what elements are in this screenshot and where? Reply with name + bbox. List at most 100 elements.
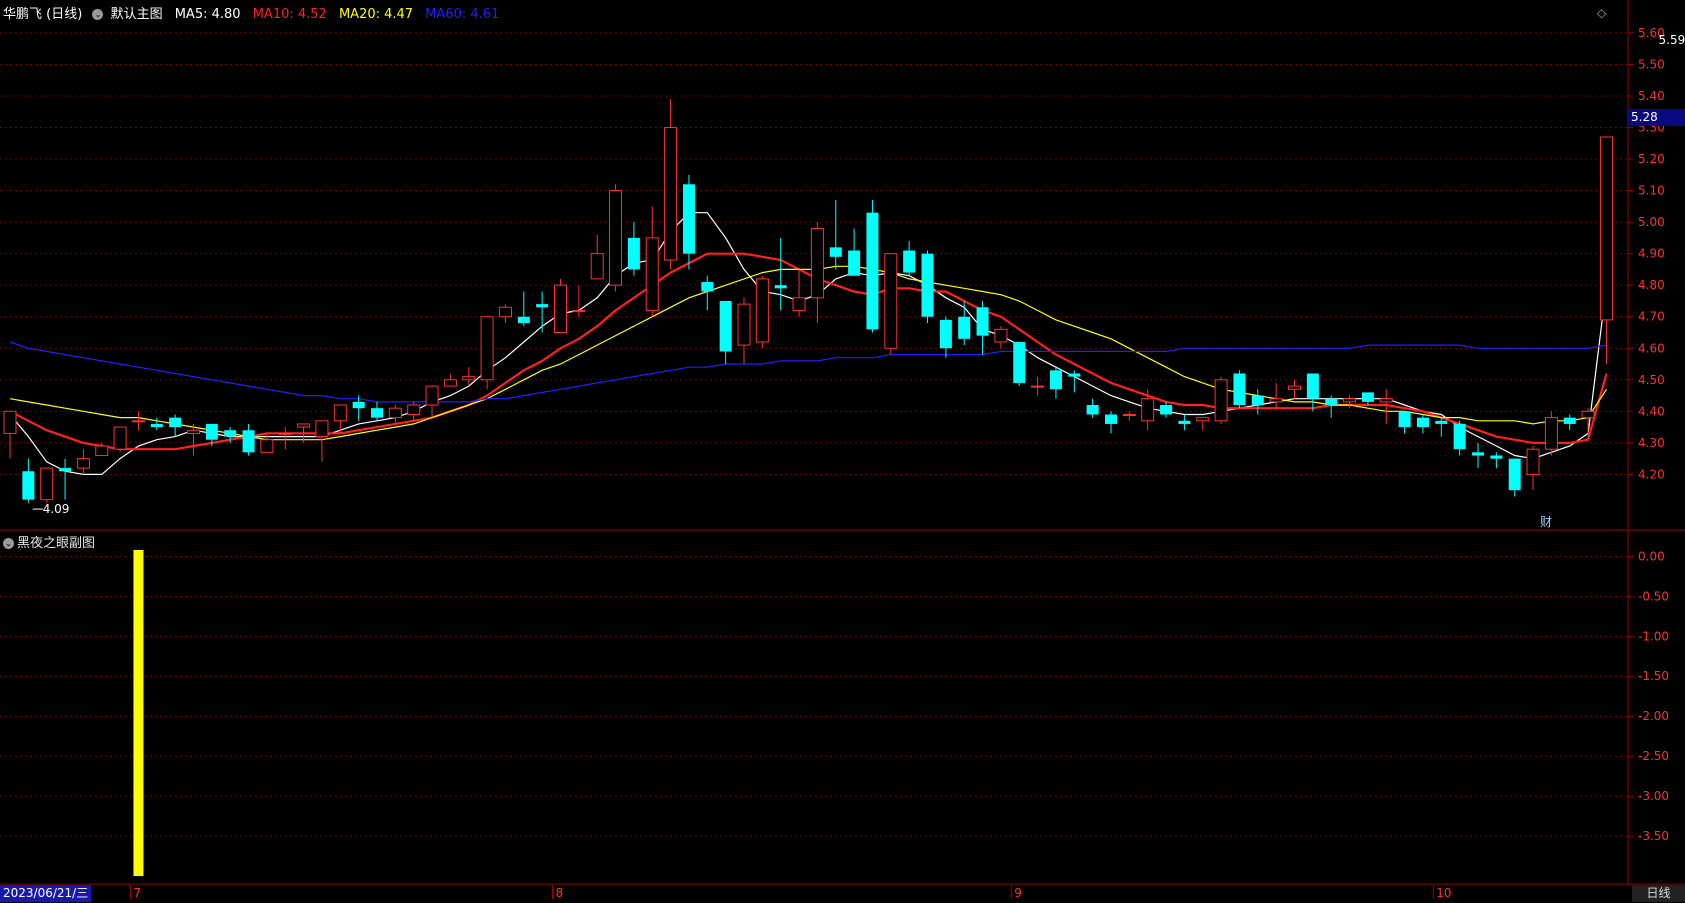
candle-body (884, 253, 898, 349)
ma-line-ma20 (9, 265, 1608, 441)
candle-body (187, 429, 200, 434)
sub-chart-title[interactable]: 黑夜之眼副图 (17, 536, 95, 551)
candle-body (1141, 398, 1155, 422)
candle (1269, 382, 1283, 409)
candle-body (260, 439, 274, 453)
candle-body (682, 184, 695, 254)
candle (1453, 420, 1466, 456)
candle-body (848, 250, 861, 276)
candle-body (95, 445, 109, 456)
candle (59, 458, 72, 500)
chart-canvas[interactable]: 5.605.505.405.305.205.105.004.904.804.70… (0, 0, 1685, 903)
candle-body (1544, 417, 1558, 450)
candle-body (1068, 373, 1081, 377)
candle-body (1105, 414, 1117, 424)
candle (1508, 458, 1521, 497)
candle (1599, 136, 1613, 365)
candle (443, 373, 457, 387)
candle-body (958, 316, 971, 339)
candle-body (462, 376, 476, 381)
candle (242, 423, 255, 456)
stock-title[interactable]: 华鹏飞 (日线) (3, 7, 82, 22)
candle-body (425, 385, 439, 406)
y-tick-label: 4.80 (1638, 278, 1665, 292)
candle-body (554, 284, 567, 333)
y-tick-label: 4.20 (1638, 467, 1665, 481)
y-tick-label: 4.70 (1638, 310, 1665, 324)
candle-body (1013, 341, 1026, 383)
y-tick-label: 5.00 (1638, 215, 1665, 229)
candle-body (976, 307, 989, 336)
candle (315, 420, 329, 462)
x-tick-label: 9 (1014, 886, 1022, 900)
candle (1563, 414, 1576, 431)
candle (645, 206, 659, 317)
candle-body (1508, 458, 1521, 491)
sub-y-tick-label: -2.00 (1638, 709, 1669, 723)
y-tick-label: 5.50 (1638, 57, 1665, 71)
candle-body (1325, 398, 1338, 406)
candle-body (590, 253, 604, 280)
candle-body (1049, 370, 1062, 390)
candle (554, 278, 567, 333)
candle (737, 297, 751, 365)
candle-body (627, 237, 640, 270)
period-button[interactable]: 日线 (1632, 885, 1685, 902)
candle (1526, 446, 1540, 491)
chart-header: 华鹏飞 (日线) ⌄ 默认主图 MA5: 4.80 MA10: 4.52 MA2… (3, 3, 499, 22)
candle-body (76, 458, 90, 469)
candle (1105, 411, 1117, 434)
candle-body (443, 379, 457, 387)
x-tick-label: 7 (133, 886, 141, 900)
candle-body (59, 468, 72, 472)
y-tick-label: 4.50 (1638, 373, 1665, 387)
sub-settings-circle-icon[interactable]: ⌄ (3, 538, 14, 549)
candle-body (480, 316, 494, 381)
y-tick-label: 4.30 (1638, 436, 1665, 450)
candle (774, 237, 787, 311)
candle-body (169, 417, 182, 428)
candle-body (1435, 420, 1448, 424)
candle (1086, 398, 1099, 418)
candle-body (371, 408, 383, 418)
candle (113, 426, 127, 453)
ma10-label: MA10: 4.52 (252, 7, 327, 22)
candle (536, 291, 549, 333)
candle (994, 326, 1008, 349)
candle-body (40, 467, 54, 501)
candle (903, 241, 916, 276)
settings-circle-icon[interactable]: ⌄ (92, 9, 104, 20)
candle-body (1178, 420, 1191, 424)
sub-y-tick-label: -1.00 (1638, 629, 1669, 643)
candle (1160, 401, 1173, 418)
candle (517, 291, 530, 327)
candle-body (1453, 423, 1466, 450)
candle (278, 427, 292, 450)
candle-body (333, 404, 347, 422)
candle (1306, 373, 1319, 412)
candle (1361, 392, 1374, 406)
x-axis-labels: 7 8 9 10 (129, 885, 1452, 900)
candlestick-series[interactable] (3, 99, 1613, 503)
candle (1490, 452, 1503, 469)
candle (719, 300, 732, 365)
candle (609, 184, 623, 292)
candle-body (1379, 398, 1393, 403)
candle-body (1361, 392, 1374, 402)
candle (1435, 417, 1448, 437)
layout-label[interactable]: 默认主图 (111, 7, 163, 22)
candle-body (774, 285, 787, 289)
candle (682, 174, 695, 270)
candle (572, 285, 586, 317)
candle (939, 316, 952, 358)
candle-body (224, 430, 237, 437)
candle-body (609, 190, 623, 286)
candle (1141, 389, 1155, 431)
diamond-icon[interactable]: ◇ (1597, 6, 1606, 20)
candle-body (1526, 448, 1540, 475)
candle-body (352, 401, 365, 409)
candle-body (645, 237, 659, 311)
candle (590, 234, 604, 280)
candle (1288, 379, 1301, 399)
candle-body (994, 328, 1008, 343)
